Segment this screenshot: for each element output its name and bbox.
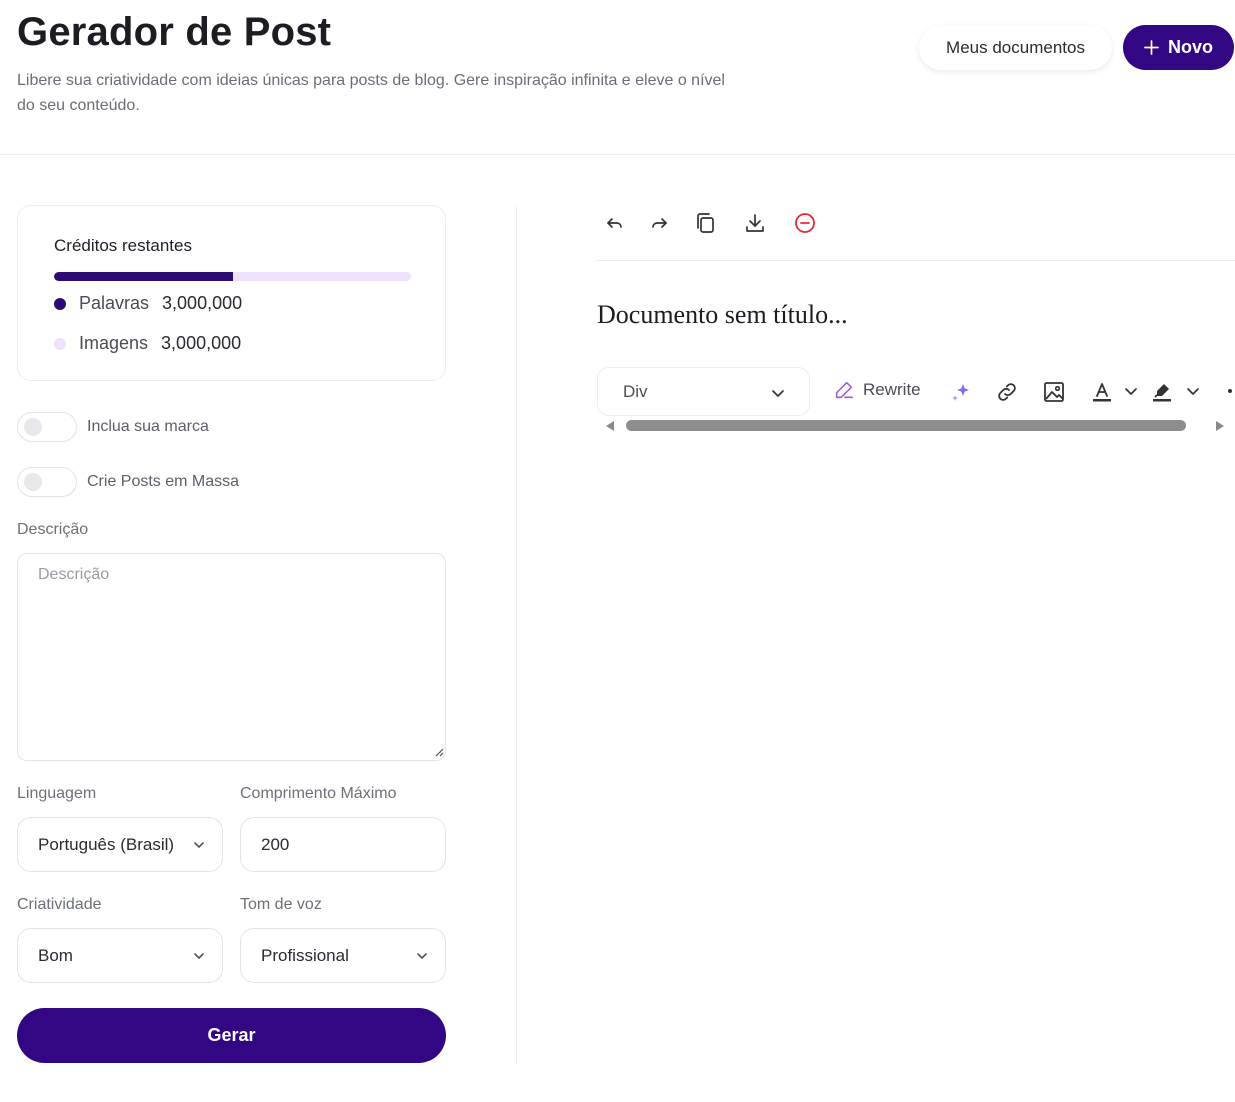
credits-progress-fill <box>54 272 233 281</box>
my-documents-button[interactable]: Meus documentos <box>919 25 1112 70</box>
description-textarea[interactable] <box>17 553 446 761</box>
copy-icon[interactable] <box>692 210 718 236</box>
words-credit-row: Palavras 3,000,000 <box>54 293 242 314</box>
max-length-value: 200 <box>261 834 290 854</box>
chevron-down-icon <box>772 390 784 397</box>
more-options-icon[interactable] <box>1228 389 1232 393</box>
new-button[interactable]: Novo <box>1123 25 1234 70</box>
images-dot-icon <box>54 337 66 350</box>
language-select-value: Português (Brasil) <box>38 834 175 854</box>
language-label: Linguagem <box>17 785 97 802</box>
brand-toggle-row: Inclua sua marca <box>17 412 209 442</box>
words-value: 3,000,000 <box>162 293 243 313</box>
toolbar-scrollbar[interactable] <box>600 418 1230 434</box>
description-label: Descrição <box>17 521 89 538</box>
download-icon[interactable] <box>742 210 768 236</box>
creativity-select-value: Bom <box>38 945 73 965</box>
undo-icon[interactable] <box>602 210 628 236</box>
resize-grip-icon[interactable] <box>434 747 444 757</box>
pencil-icon <box>835 381 854 399</box>
brand-toggle[interactable] <box>17 412 77 442</box>
images-label: Imagens <box>79 333 149 353</box>
scroll-right-icon[interactable] <box>1216 421 1224 431</box>
bulk-toggle-label: Crie Posts em Massa <box>87 473 240 490</box>
toggle-knob <box>24 418 42 436</box>
bulk-posts-toggle[interactable] <box>17 467 77 497</box>
rewrite-button[interactable]: Rewrite <box>833 379 921 401</box>
chevron-down-icon <box>194 842 204 848</box>
chevron-down-icon <box>417 953 427 959</box>
brand-toggle-label: Inclua sua marca <box>87 418 209 435</box>
max-length-label: Comprimento Máximo <box>240 785 397 802</box>
page-title: Gerador de Post <box>17 10 332 54</box>
block-format-select[interactable]: Div <box>597 367 810 416</box>
toggle-knob <box>24 473 42 491</box>
images-credit-row: Imagens 3,000,000 <box>54 333 241 354</box>
language-select[interactable]: Português (Brasil) <box>17 817 223 872</box>
new-button-label: Novo <box>1168 37 1213 57</box>
block-format-value: Div <box>623 381 648 401</box>
sparkles-icon[interactable] <box>948 379 974 405</box>
scroll-left-icon[interactable] <box>606 421 614 431</box>
credits-card: Créditos restantes Palavras 3,000,000 Im… <box>17 205 446 381</box>
tone-label: Tom de voz <box>240 896 322 913</box>
scrollbar-thumb[interactable] <box>626 420 1186 431</box>
generate-button[interactable]: Gerar <box>17 1008 446 1063</box>
max-length-input[interactable]: 200 <box>240 817 446 872</box>
link-icon[interactable] <box>994 379 1020 405</box>
image-icon[interactable] <box>1041 379 1067 405</box>
credits-title: Créditos restantes <box>54 236 192 255</box>
delete-icon[interactable] <box>792 210 818 236</box>
creativity-label: Criatividade <box>17 896 102 913</box>
text-color-icon[interactable] <box>1089 379 1115 405</box>
chevron-down-icon[interactable] <box>1186 384 1200 398</box>
chevron-down-icon <box>194 953 204 959</box>
plus-icon <box>1144 40 1159 55</box>
header-divider <box>0 154 1235 155</box>
tone-select[interactable]: Profissional <box>240 928 446 983</box>
words-dot-icon <box>54 297 66 310</box>
creativity-select[interactable]: Bom <box>17 928 223 983</box>
images-value: 3,000,000 <box>161 333 242 353</box>
redo-icon[interactable] <box>646 210 672 236</box>
bulk-toggle-row: Crie Posts em Massa <box>17 467 239 497</box>
editor-divider <box>597 260 1235 261</box>
chevron-down-icon[interactable] <box>1124 384 1138 398</box>
page-subtitle: Libere sua criatividade com ideias única… <box>17 72 725 114</box>
credits-progress-bar <box>54 272 411 281</box>
highlight-icon[interactable] <box>1149 379 1175 405</box>
rewrite-label: Rewrite <box>863 380 921 399</box>
document-title[interactable]: Documento sem título... <box>597 300 848 330</box>
tone-select-value: Profissional <box>261 945 349 965</box>
column-divider <box>516 205 517 1063</box>
words-label: Palavras <box>79 293 150 313</box>
